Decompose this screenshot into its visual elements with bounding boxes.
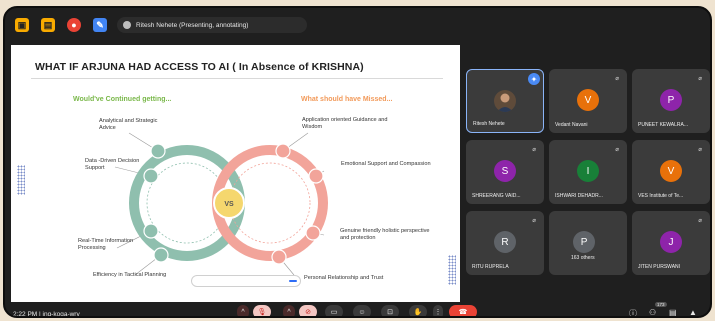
avatar: P bbox=[660, 89, 682, 111]
participant-tile[interactable]: ⌀ S SHREERANG VAID... bbox=[466, 140, 544, 204]
mic-options-chevron-icon[interactable]: ^ bbox=[237, 305, 249, 316]
meet-window: ▣ ▤ ● ✎ Ritesh Nehete (Presenting, annot… bbox=[3, 6, 712, 318]
participant-tile[interactable]: ⌀ V VES Institute of Te... bbox=[632, 140, 710, 204]
emoji-button[interactable]: ☺ bbox=[353, 305, 371, 316]
presenter-indicator[interactable]: Ritesh Nehete (Presenting, annotating) bbox=[117, 17, 307, 33]
camera-off-button[interactable]: ⊘ bbox=[299, 305, 317, 316]
top-bar: ▣ ▤ ● ✎ Ritesh Nehete (Presenting, annot… bbox=[5, 8, 710, 42]
pin-icon[interactable]: ✦ bbox=[528, 73, 540, 85]
mic-off-icon: ⌀ bbox=[615, 76, 619, 82]
captions-button[interactable]: ▭ bbox=[325, 305, 343, 316]
avatar: R bbox=[494, 231, 516, 253]
meeting-info: 2:22 PM | jng-koga-wry bbox=[13, 311, 80, 318]
participant-name: RITU RUPRELA bbox=[472, 264, 509, 270]
right-item-2: Emotional Support and Compassion bbox=[341, 161, 431, 167]
avatar bbox=[494, 90, 516, 112]
participant-name: JITEN PURSWANI bbox=[638, 264, 681, 270]
record-icon[interactable]: ● bbox=[67, 18, 81, 32]
mic-off-icon: ⌀ bbox=[698, 147, 702, 153]
docs-icon[interactable]: ✎ bbox=[93, 18, 107, 32]
right-item-4: Personal Relationship and Trust bbox=[304, 275, 384, 281]
presenter-mic-icon bbox=[123, 21, 131, 29]
mic-off-icon: ⌀ bbox=[532, 218, 536, 224]
mic-off-icon: ⌀ bbox=[698, 218, 702, 224]
mic-off-icon: ⌀ bbox=[615, 147, 619, 153]
activities-icon[interactable]: ▲ bbox=[689, 308, 697, 316]
prompt-bar[interactable] bbox=[191, 275, 301, 287]
left-item-1: Analytical and Strategic Advice bbox=[99, 118, 158, 131]
participant-name: PUNEET KEWALRA... bbox=[638, 122, 689, 128]
leave-call-button[interactable]: ☎ bbox=[449, 305, 477, 316]
present-button[interactable]: ⊡ bbox=[381, 305, 399, 316]
infinity-diagram: VS bbox=[114, 132, 328, 276]
more-options-button[interactable]: ⋮ bbox=[433, 305, 443, 316]
bottom-bar: 2:22 PM | jng-koga-wry ^ 🎙 ^ ⊘ ▭ ☺ ⊡ ✋ ⋮… bbox=[5, 302, 710, 318]
presenter-text: Ritesh Nehete (Presenting, annotating) bbox=[136, 21, 249, 29]
chat-icon[interactable]: ▤ bbox=[669, 308, 677, 316]
camera-options-chevron-icon[interactable]: ^ bbox=[283, 305, 295, 316]
mic-off-icon: ⌀ bbox=[532, 147, 536, 153]
avatar: P bbox=[573, 231, 596, 253]
participant-name: VES Institute of Te... bbox=[638, 193, 684, 199]
files-icon[interactable]: ▣ bbox=[15, 18, 29, 32]
participant-tile[interactable]: ✦ Ritesh Nehete bbox=[466, 69, 544, 133]
participant-tile[interactable]: ⌀ J JITEN PURSWANI bbox=[632, 211, 710, 275]
participant-tile[interactable]: ⌀ R RITU RUPRELA bbox=[466, 211, 544, 275]
participant-name: ISHWARI DEHADR... bbox=[555, 193, 603, 199]
people-icon[interactable]: ⚇ bbox=[649, 308, 656, 316]
avatar: I bbox=[577, 160, 599, 182]
prompt-submit[interactable] bbox=[289, 280, 297, 282]
participant-name: SHREERANG VAID... bbox=[472, 193, 521, 199]
avatar: J bbox=[660, 231, 682, 253]
left-item-2: Data -Driven Decision Support bbox=[85, 158, 140, 171]
participant-tile[interactable]: ⌀ V Vedant Navani bbox=[549, 69, 627, 133]
mic-off-button[interactable]: 🎙 bbox=[253, 305, 271, 316]
participant-name: Ritesh Nehete bbox=[473, 121, 505, 127]
raise-hand-button[interactable]: ✋ bbox=[409, 305, 427, 316]
center-label: VS bbox=[224, 201, 234, 208]
participant-tile[interactable]: ⌀ I ISHWARI DEHADR... bbox=[549, 140, 627, 204]
participant-count: 173 bbox=[655, 302, 667, 307]
participant-tile[interactable]: P 163 others bbox=[549, 211, 627, 275]
shared-slide: WHAT IF ARJUNA HAD ACCESS TO AI ( In Abs… bbox=[11, 45, 460, 302]
avatar: V bbox=[660, 160, 682, 182]
participant-name: Vedant Navani bbox=[555, 122, 588, 128]
right-item-3: Genuine friendly holistic perspective an… bbox=[340, 228, 430, 241]
participant-name: 163 others bbox=[571, 255, 595, 261]
info-icon[interactable]: ⓘ bbox=[629, 308, 637, 316]
left-item-4: Efficiency in Tactical Planning bbox=[93, 272, 167, 278]
right-item-1: Application oriented Guidance and Wisdom bbox=[302, 117, 388, 130]
participant-tile[interactable]: ⌀ P PUNEET KEWALRA... bbox=[632, 69, 710, 133]
left-item-3: Real-Time Information Processing bbox=[78, 238, 134, 251]
avatar: V bbox=[577, 89, 599, 111]
slides-icon[interactable]: ▤ bbox=[41, 18, 55, 32]
decor-dots-right bbox=[448, 255, 456, 285]
avatar: S bbox=[494, 160, 516, 182]
decor-dots-left bbox=[17, 165, 25, 195]
mic-off-icon: ⌀ bbox=[698, 76, 702, 82]
